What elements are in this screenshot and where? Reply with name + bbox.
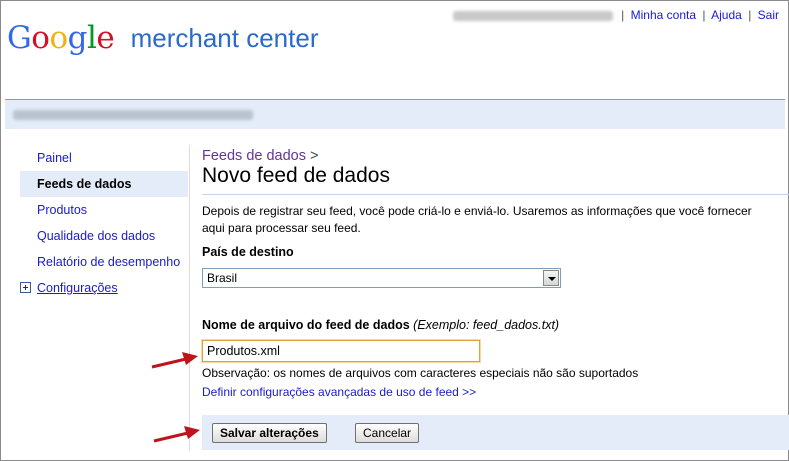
advanced-settings-link[interactable]: Definir configurações avançadas de uso d…: [202, 385, 476, 399]
filename-label: Nome de arquivo do feed de dados (Exempl…: [202, 318, 559, 332]
country-select[interactable]: Brasil: [202, 268, 561, 288]
page-title: Novo feed de dados: [202, 164, 390, 187]
breadcrumb-feeds-link[interactable]: Feeds de dados: [202, 148, 306, 164]
annotation-arrow-icon: [153, 426, 200, 443]
sidebar-item-configuracoes[interactable]: Configurações: [20, 275, 188, 301]
user-email-blurred: [452, 10, 613, 21]
logo-letter: e: [96, 20, 115, 56]
country-select-value: Brasil: [207, 271, 238, 285]
logo-letter: g: [67, 20, 88, 56]
main-content: Feeds de dados > Novo feed de dados: [202, 148, 789, 188]
product-name: merchant center: [130, 23, 319, 53]
description-line: aqui para processar seu feed.: [202, 221, 361, 235]
help-link[interactable]: Ajuda: [711, 8, 742, 22]
google-wordmark: Google: [7, 20, 124, 56]
my-account-link[interactable]: Minha conta: [631, 8, 696, 22]
cancel-button[interactable]: Cancelar: [355, 423, 420, 443]
filename-label-text: Nome de arquivo do feed de dados: [202, 318, 410, 332]
sidebar-item-feeds-de-dados[interactable]: Feeds de dados: [20, 171, 188, 197]
sidebar-nav: Painel Feeds de dados Produtos Qualidade…: [20, 145, 188, 301]
account-bar: [5, 99, 785, 129]
title-divider: [202, 194, 789, 195]
breadcrumb: Feeds de dados >: [202, 148, 789, 164]
country-label: País de destino: [202, 245, 294, 259]
description-line: Depois de registrar seu feed, você pode …: [202, 204, 752, 218]
chevron-down-icon[interactable]: [543, 270, 559, 286]
sidebar-item-produtos[interactable]: Produtos: [20, 197, 188, 223]
filename-input[interactable]: [202, 340, 480, 362]
sign-out-link[interactable]: Sair: [758, 8, 779, 22]
sidebar-item-qualidade-dos-dados[interactable]: Qualidade dos dados: [20, 223, 188, 249]
google-merchant-center-logo[interactable]: Google merchant center: [7, 20, 318, 60]
annotation-arrow-icon: [151, 352, 198, 369]
filename-note: Observação: os nomes de arquivos com car…: [202, 366, 639, 380]
separator: |: [702, 8, 706, 22]
logo-letter: G: [7, 20, 32, 56]
breadcrumb-separator: >: [310, 148, 319, 164]
plus-box-icon[interactable]: [20, 282, 31, 293]
sidebar-item-relatorio-de-desempenho[interactable]: Relatório de desempenho: [20, 249, 188, 275]
logo-letter: l: [86, 20, 97, 56]
save-button[interactable]: Salvar alterações: [212, 423, 327, 443]
logo-letter: o: [31, 20, 50, 56]
separator: |: [748, 8, 752, 22]
form-actions: Salvar alterações Cancelar: [202, 415, 789, 450]
sidebar-item-painel[interactable]: Painel: [20, 145, 188, 171]
sidebar-divider: [189, 145, 190, 451]
page-description: Depois de registrar seu feed, você pode …: [202, 203, 789, 237]
account-name-blurred: [13, 110, 253, 120]
logo-letter: o: [49, 20, 68, 56]
header-links: | Minha conta | Ajuda | Sair: [452, 8, 779, 22]
sidebar-item-label[interactable]: Configurações: [37, 281, 118, 295]
separator: |: [621, 8, 625, 22]
filename-hint: (Exemplo: feed_dados.txt): [413, 318, 560, 332]
